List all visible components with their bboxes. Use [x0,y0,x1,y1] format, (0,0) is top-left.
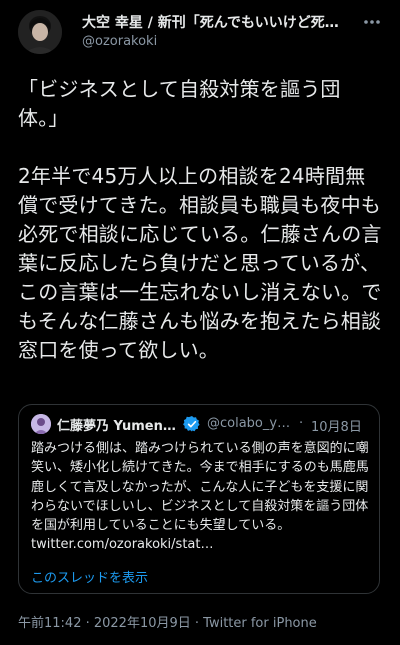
tweet-header: 大空 幸星 / 新刊「死んでもいいけど死… @ozorakoki [18,8,390,58]
quoted-author-avatar [31,414,51,434]
quoted-date: 10月8日 [311,420,362,435]
quoted-author-handle: @colabo_yu… [207,416,295,431]
tweet-timestamp[interactable]: 午前11:42 · 2022年10月9日 · Twitter for iPhon… [18,612,317,631]
quoted-tweet-header: 仁藤夢乃 Yumen… @colabo_yu… · 10月8日 [31,414,367,435]
quoted-separator: · [299,416,304,431]
author-display-name[interactable]: 大空 幸星 / 新刊「死んでもいいけど死… [82,14,350,32]
tweet-body-text: 「ビジネスとして自殺対策を謳う団体。」 2年半で45万人以上の相談を24時間無償… [18,77,382,362]
author-handle[interactable]: @ozorakoki [82,32,350,52]
author-avatar[interactable] [18,10,62,54]
more-button[interactable] [360,12,384,32]
show-thread-link[interactable]: このスレッドを表示 [31,567,148,586]
quoted-tweet-text: 踏みつける側は、踏みつけられている側の声を意図的に嘲笑い、矮小化し続けてきた。今… [31,441,369,553]
more-icon [364,20,380,24]
verified-badge-icon [183,416,200,432]
quoted-author-name: 仁藤夢乃 Yumen… [57,419,176,434]
author-names: 大空 幸星 / 新刊「死んでもいいけど死… @ozorakoki [82,14,350,52]
quoted-tweet-card[interactable]: 仁藤夢乃 Yumen… @colabo_yu… · 10月8日 踏みつける側は、… [18,404,380,594]
